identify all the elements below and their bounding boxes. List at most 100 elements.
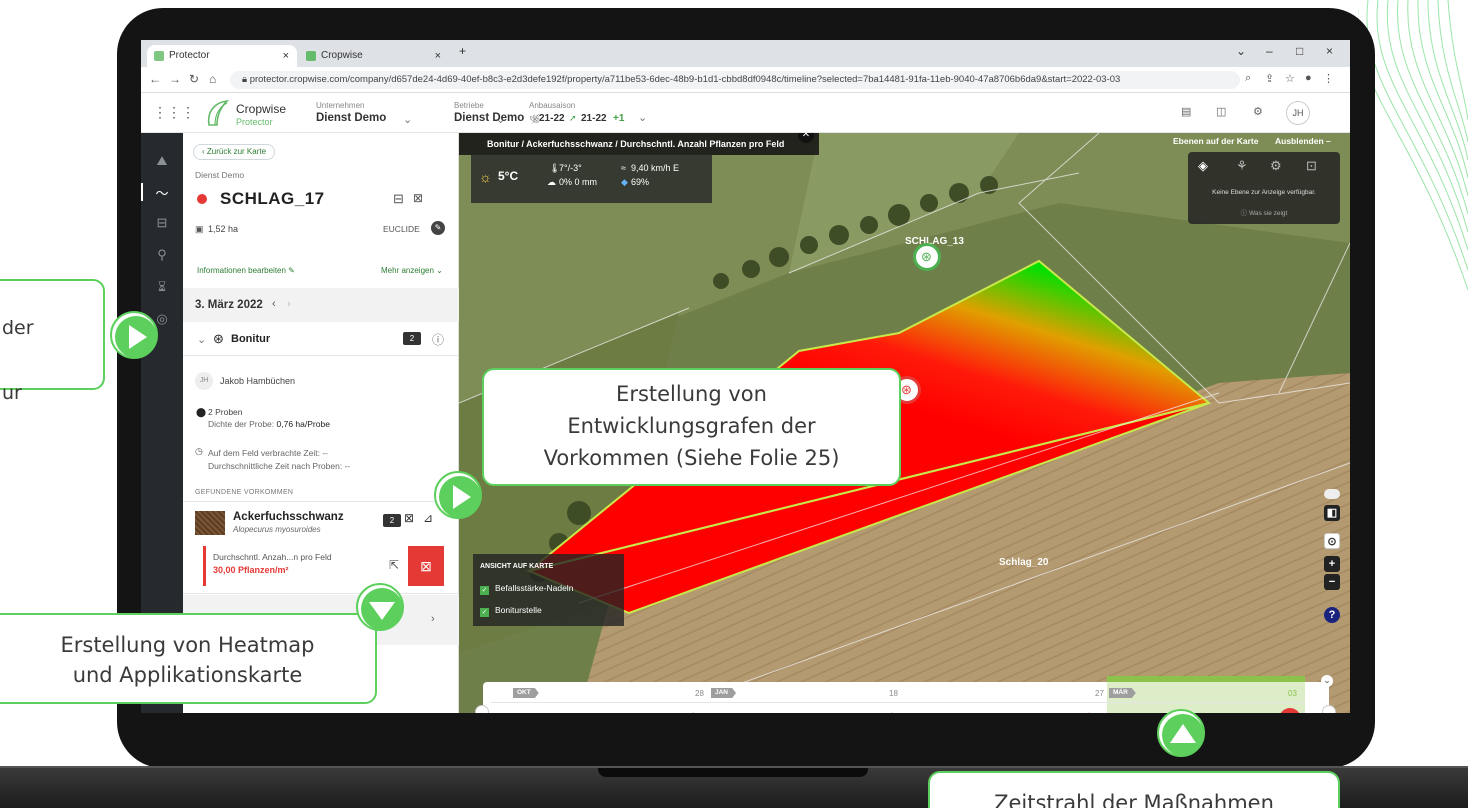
zoom-in-button[interactable]: + [1324,556,1340,572]
address-bar[interactable]: 🔒︎ protector.cropwise.com/company/d657de… [230,71,1240,89]
divider [183,501,459,502]
callout-bottom-right-text: Zeitstrahl der Maßnahmen [994,791,1274,808]
next-date-icon[interactable]: › [287,298,291,310]
view-option-needles[interactable]: ✓ Befallsstärke-Nadeln [480,583,573,595]
layers-panel: ◈ ⚘ ⚙︎ ⊡ Keine Ebene zur Anzeige verfügb… [1188,152,1340,224]
previous-date-icon[interactable]: ‹ [272,298,276,310]
time-on-field: Auf dem Feld verbrachte Zeit: -- [208,448,328,458]
book-icon[interactable]: ◫ [1216,105,1226,118]
pest-event-icon[interactable]: ✲ [689,712,697,713]
tab-cropwise[interactable]: Cropwise × [299,45,449,67]
season-b[interactable]: 21-22 [581,113,607,124]
season-more[interactable]: +1 [613,113,624,124]
pest-count-badge: 2 [383,514,401,527]
tractor-icon[interactable]: ⚙︎ [1270,158,1282,174]
pest-event-icon[interactable]: ✲ [888,712,896,713]
image-layer-icon[interactable]: ⊡ [1306,158,1317,174]
show-more-link[interactable]: Mehr anzeigen ⌄ [381,266,443,275]
timeline-nav-icon[interactable]: 〜 [153,183,171,201]
tab-search-icon[interactable]: ⌄ [1236,44,1246,58]
trap-nav-icon[interactable]: ⏳︎ [153,279,171,297]
map-breadcrumb: Bonitur / Ackerfuchsschwanz / Durchschnt… [459,133,819,155]
close-window-icon[interactable]: × [1326,44,1333,58]
field-nav-icon[interactable]: ⛰︎ [153,153,171,171]
excel-export-icon[interactable]: ⊠ [413,191,423,205]
temp-minmax: 7°/-3° [559,163,582,173]
maximize-icon[interactable]: □ [1296,44,1303,58]
timeline-next-icon[interactable]: → [1322,705,1336,713]
cropwise-logo-icon [207,99,230,126]
timeline-prev-icon[interactable]: ← [475,705,489,713]
timeline-collapse-icon[interactable]: ⌄ [1321,675,1333,687]
close-tab-icon[interactable]: × [283,45,289,67]
metric-card[interactable]: Durchschntl. Anzah...n pro Feld 30,00 Pf… [203,546,444,586]
company-select[interactable]: Dienst Demo [316,112,386,124]
satellite-icon[interactable]: ⚘ [1236,158,1248,174]
collapse-chevron-icon[interactable]: ⌄ [197,333,206,346]
bookmark-star-icon[interactable]: ☆ [1285,72,1295,85]
locate-icon[interactable]: ⊙ [1324,533,1340,549]
edit-variety-icon[interactable]: ✎ [431,221,445,235]
table-nav-icon[interactable]: ⊟ [153,215,171,233]
callout-left: der ur [0,279,105,404]
help-button[interactable]: ? [1324,607,1340,623]
layers-stack-icon[interactable]: ◈ [1198,158,1208,174]
back-icon[interactable]: ← [149,72,161,86]
map-view-panel: ANSICHT AUF KARTE ✓ Befallsstärke-Nadeln … [473,554,624,626]
routes-nav-icon[interactable]: ⚲ [153,247,171,265]
layers-hide-button[interactable]: Ausblenden – [1275,136,1331,146]
field-name: SCHLAG_17 [220,189,325,208]
sample-density: Dichte der Probe: 0,76 ha/Probe [208,419,330,429]
zoom-icon[interactable]: ⌕ [1245,72,1251,85]
home-icon[interactable]: ⌂ [209,72,216,86]
profile-icon[interactable]: ⋮ [1323,72,1334,85]
view-title: ANSICHT AUF KARTE [480,563,554,570]
edit-info-link[interactable]: Informationen bearbeiten ✎ [197,266,295,275]
humidity-value: 69% [631,177,650,187]
application-map-button[interactable]: ⊠ [408,546,444,586]
chevron-down-icon[interactable]: ⌄ [403,113,412,126]
document-icon[interactable]: ▤ [1181,105,1191,118]
variety-label: EUCLIDE [383,224,420,234]
export-image-icon[interactable]: ⇱ [389,558,399,572]
apps-grid-icon[interactable]: ⋮⋮⋮ [153,104,195,121]
field-area: 1,52 ha [208,224,239,234]
forward-icon[interactable]: → [169,72,181,86]
reload-icon[interactable]: ↻ [189,72,199,86]
found-header: GEFUNDENE VORKOMMEN [195,489,294,496]
heatmap-icon[interactable]: ⊠ [404,511,414,525]
view-option-label: Befallsstärke-Nadeln [495,583,574,593]
edit-info-label: Informationen bearbeiten [197,266,286,275]
chevron-down-icon[interactable]: ⌄ [496,113,505,126]
chart-icon[interactable]: ⊿ [423,511,433,525]
view-option-points[interactable]: ✓ Boniturstelle [480,605,542,617]
chevron-down-icon[interactable]: ⌄ [638,111,647,124]
tab-protector[interactable]: Protector × [147,45,297,67]
zoom-out-button[interactable]: − [1324,574,1340,590]
tab-label: Protector [169,50,210,61]
sample-pin-green[interactable]: ⊛ [913,243,941,271]
season-a[interactable]: 21-22 [539,113,565,124]
layers-help-link[interactable]: ⓘ Was sie zeigt [1188,207,1340,217]
back-to-map-button[interactable]: ‹ Zurück zur Karte [193,144,276,160]
day-28: 28 [695,689,704,698]
pest-event-icon[interactable]: ✲ [1085,712,1093,713]
user-avatar[interactable]: JH [1286,101,1310,125]
map-book-icon[interactable]: ◧ [1324,505,1340,521]
play-marker-icon [1157,709,1205,757]
map-toggle-switch[interactable] [1324,489,1340,499]
new-tab-button[interactable]: + [459,44,466,58]
chevron-right-icon[interactable]: › [431,613,435,625]
sample-density-label: Dichte der Probe: [208,419,275,429]
pest-thumbnail [195,511,225,535]
day-18: 18 [889,689,898,698]
sprayer-icon[interactable]: ⊟ [393,191,404,207]
extension-icon[interactable]: ● [1305,72,1312,84]
minimize-icon[interactable]: – [1266,44,1273,58]
close-tab-icon[interactable]: × [435,45,441,67]
settings-gear-icon[interactable]: ⚙︎ [1253,105,1263,118]
info-icon[interactable]: ⓘ [432,331,444,348]
callout-bottom-left: Erstellung von Heatmap und Applikationsk… [0,613,377,704]
farm-select[interactable]: Dienst Demo [454,112,524,124]
share-icon[interactable]: ⇪ [1265,72,1274,85]
